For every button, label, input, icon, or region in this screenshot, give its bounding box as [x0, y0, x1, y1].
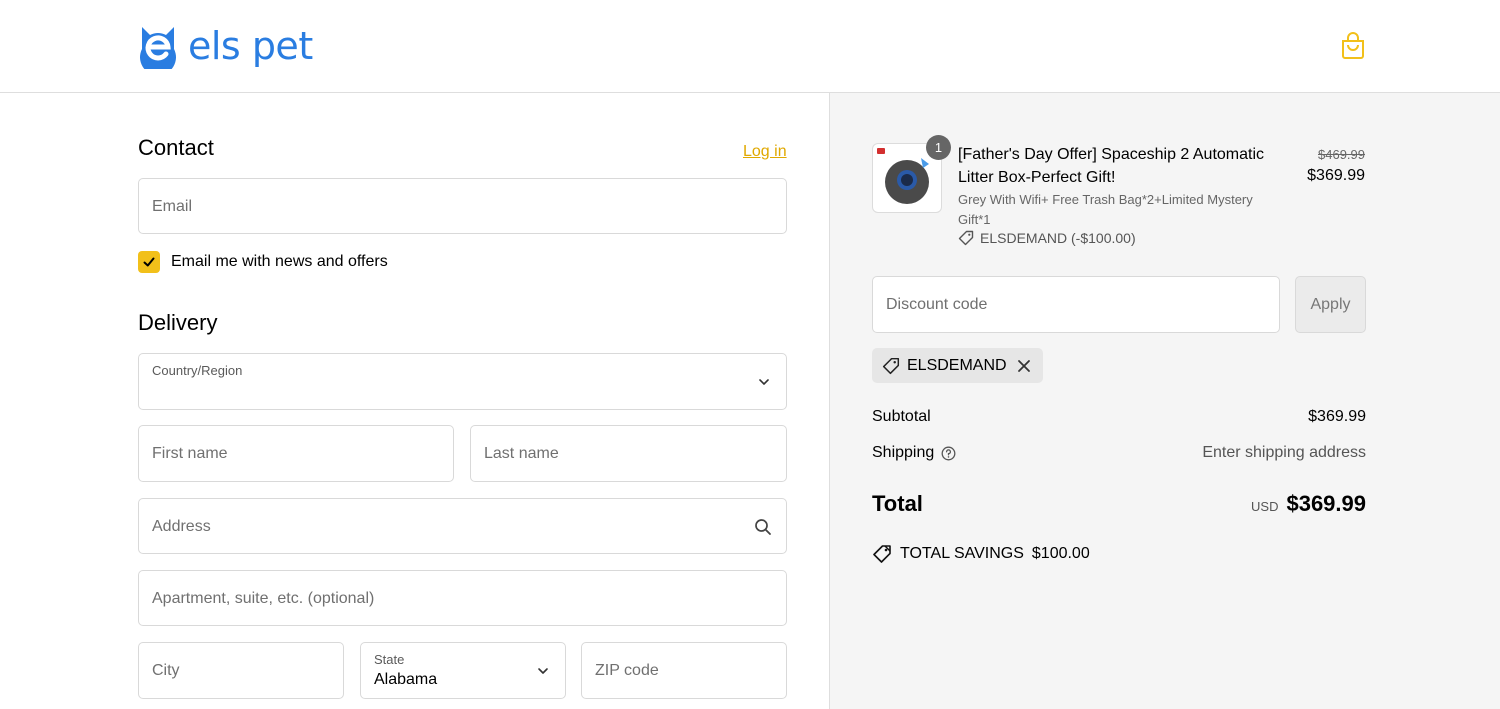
- applied-discount-chip: ELSDEMAND: [872, 348, 1043, 383]
- newsletter-label: Email me with news and offers: [171, 253, 388, 270]
- tag-icon: [958, 230, 974, 246]
- help-icon[interactable]: [941, 446, 956, 461]
- first-name-placeholder: First name: [152, 445, 228, 462]
- tag-icon: [882, 357, 900, 374]
- quantity-badge: 1: [926, 135, 951, 160]
- cat-logo-icon: [140, 27, 176, 69]
- total-savings: TOTAL SAVINGS $100.00: [872, 544, 1090, 564]
- total-row: Total USD $369.99: [872, 491, 1366, 517]
- savings-label: TOTAL SAVINGS: [900, 545, 1024, 562]
- email-field[interactable]: Email: [138, 178, 787, 234]
- first-name-field[interactable]: First name: [138, 425, 454, 482]
- total-label: Total: [872, 491, 923, 516]
- logo-text: els pet: [188, 24, 313, 68]
- state-value: Alabama: [374, 671, 438, 688]
- city-field[interactable]: City: [138, 642, 344, 699]
- product-title: [Father's Day Offer] Spaceship 2 Automat…: [958, 146, 1265, 186]
- shipping-label: Shipping: [872, 444, 935, 461]
- apartment-placeholder: Apartment, suite, etc. (optional): [152, 590, 375, 607]
- applied-discount-code: ELSDEMAND: [907, 356, 1007, 374]
- els-pet-logo[interactable]: els pet: [138, 22, 313, 70]
- state-select[interactable]: State Alabama: [360, 642, 566, 699]
- apply-button[interactable]: Apply: [1295, 276, 1366, 333]
- current-price: $369.99: [1307, 167, 1365, 184]
- shopping-bag-icon[interactable]: [1340, 32, 1366, 60]
- address-field[interactable]: Address: [138, 498, 787, 554]
- subtotal-value: $369.99: [1308, 408, 1366, 425]
- product-discount: ELSDEMAND (-$100.00): [958, 230, 1136, 246]
- site-header: els pet: [0, 0, 1500, 93]
- product-discount-label: ELSDEMAND (-$100.00): [980, 230, 1136, 246]
- chevron-down-icon: [538, 668, 548, 674]
- search-icon[interactable]: [754, 518, 772, 536]
- zip-placeholder: ZIP code: [595, 662, 659, 679]
- city-placeholder: City: [152, 662, 180, 679]
- discount-code-placeholder: Discount code: [886, 296, 988, 313]
- checkmark-icon: [143, 257, 155, 267]
- delivery-heading: Delivery: [138, 310, 218, 335]
- newsletter-checkbox-row[interactable]: Email me with news and offers: [138, 251, 388, 273]
- shipping-value: Enter shipping address: [1202, 444, 1366, 461]
- apartment-field[interactable]: Apartment, suite, etc. (optional): [138, 570, 787, 626]
- checkout-form: Contact Log in Email Email me with news …: [0, 93, 829, 709]
- savings-amount: $100.00: [1031, 545, 1090, 562]
- zip-field[interactable]: ZIP code: [581, 642, 787, 699]
- last-name-field[interactable]: Last name: [470, 425, 787, 482]
- order-summary: 1 [Father's Day Offer] Spaceship 2 Autom…: [829, 93, 1500, 709]
- shipping-row: Shipping Enter shipping address: [872, 444, 1366, 462]
- email-placeholder: Email: [152, 198, 193, 215]
- last-name-placeholder: Last name: [484, 445, 559, 462]
- tag-icon: [873, 545, 891, 563]
- state-label: State: [374, 652, 405, 667]
- total-currency: USD: [1251, 499, 1279, 514]
- product-variant: Grey With Wifi+ Free Trash Bag*2+Limited…: [958, 192, 1253, 227]
- chevron-down-icon: [759, 379, 769, 385]
- close-icon[interactable]: [1017, 359, 1031, 373]
- original-price: $469.99: [1318, 147, 1365, 162]
- contact-heading: Contact: [138, 135, 214, 160]
- country-select[interactable]: Country/Region: [138, 353, 787, 410]
- subtotal-label: Subtotal: [872, 408, 931, 425]
- login-link[interactable]: Log in: [743, 143, 787, 161]
- country-label: Country/Region: [152, 363, 243, 378]
- address-placeholder: Address: [152, 518, 211, 535]
- subtotal-row: Subtotal $369.99: [872, 408, 1366, 426]
- discount-code-field[interactable]: Discount code: [872, 276, 1280, 333]
- total-amount: $369.99: [1286, 491, 1366, 516]
- newsletter-checkbox[interactable]: [138, 251, 160, 273]
